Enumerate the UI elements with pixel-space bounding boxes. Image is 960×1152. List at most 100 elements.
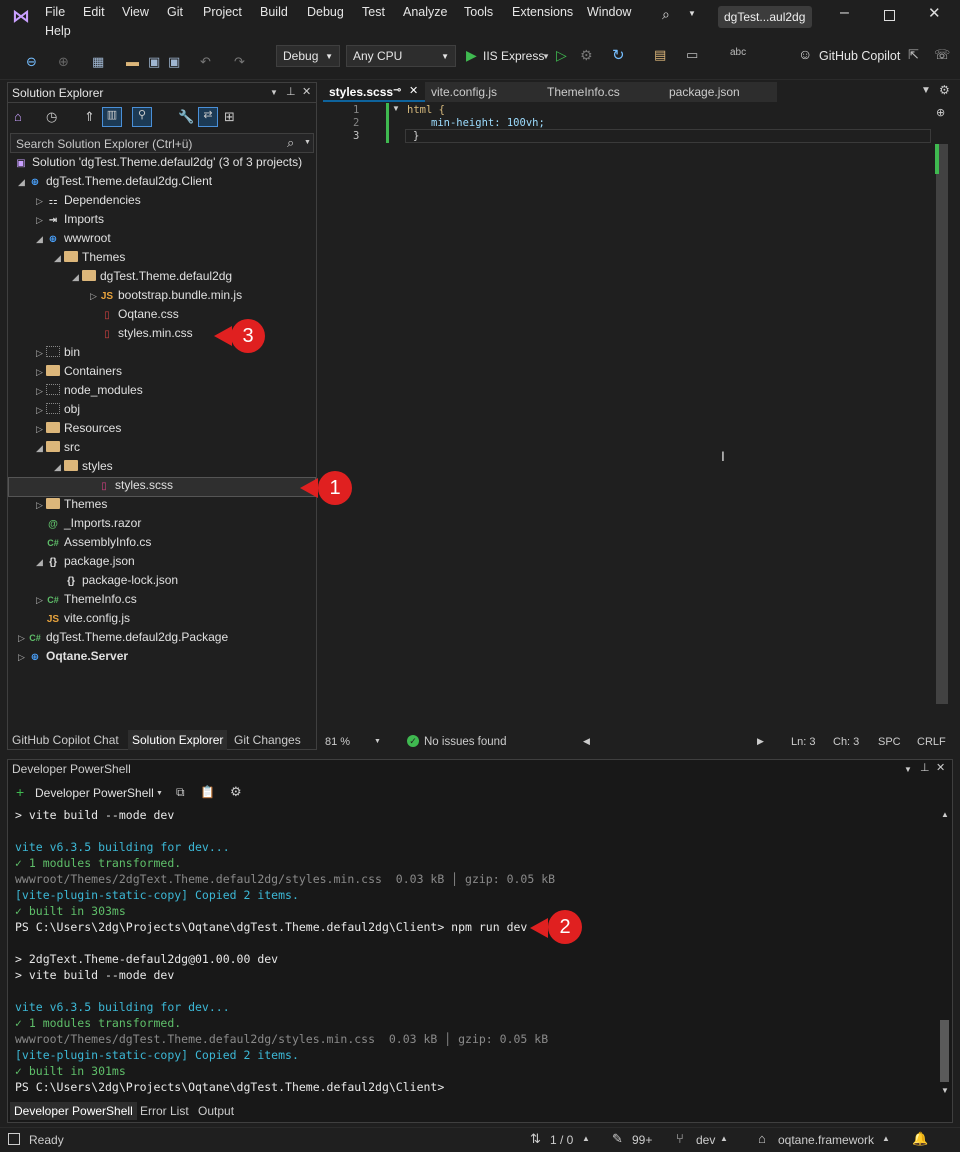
collapsed-chevron-icon[interactable]: ▷ bbox=[36, 500, 46, 511]
vertical-scrollbar[interactable]: ⊕ bbox=[935, 104, 949, 732]
tree-item-wwwroot[interactable]: ◢ ⊕ wwwroot bbox=[36, 231, 111, 250]
gear-icon[interactable]: ⚙ bbox=[939, 83, 950, 97]
tree-item-imports-razor[interactable]: @ _Imports.razor bbox=[46, 516, 141, 535]
branch-icon[interactable]: ⑂ bbox=[676, 1131, 684, 1146]
menu-debug[interactable]: Debug bbox=[307, 5, 344, 19]
menu-project[interactable]: Project bbox=[203, 5, 242, 19]
tree-item-styles-scss[interactable]: ▯ styles.scss bbox=[8, 477, 316, 497]
collapsed-chevron-icon[interactable]: ▷ bbox=[36, 215, 46, 226]
add-icon[interactable]: + bbox=[16, 784, 24, 800]
menu-window[interactable]: Window bbox=[587, 5, 631, 19]
fold-chevron-icon[interactable]: ▼ bbox=[392, 104, 400, 113]
tab-github-copilot-chat[interactable]: GitHub Copilot Chat bbox=[12, 733, 119, 747]
git-sync-status[interactable]: 1 / 0 bbox=[550, 1133, 573, 1147]
menu-git[interactable]: Git bbox=[167, 5, 183, 19]
solution-name-badge[interactable]: dgTest...aul2dg bbox=[718, 6, 812, 28]
chevron-down-icon[interactable]: ▼ bbox=[542, 52, 550, 61]
pending-changes-count[interactable]: 99+ bbox=[632, 1133, 652, 1147]
code-line[interactable]: min-height: 100vh; bbox=[431, 117, 545, 129]
tab-output[interactable]: Output bbox=[198, 1104, 234, 1118]
scroll-down-icon[interactable]: ▼ bbox=[941, 1086, 949, 1095]
pin-icon[interactable]: ⊥ bbox=[920, 761, 930, 774]
menu-analyze[interactable]: Analyze bbox=[403, 5, 447, 19]
tab-vite-config[interactable]: vite.config.js bbox=[425, 82, 541, 102]
tree-item-styles-folder[interactable]: ◢ styles bbox=[54, 459, 113, 478]
expanded-chevron-icon[interactable]: ◢ bbox=[36, 443, 46, 454]
close-icon[interactable]: ✕ bbox=[302, 85, 311, 98]
collapse-all-icon[interactable]: ⇑ bbox=[84, 109, 95, 125]
column-indicator[interactable]: Ch: 3 bbox=[833, 736, 859, 748]
tree-item-src[interactable]: ◢ src bbox=[36, 440, 80, 459]
spellcheck-icon[interactable]: abc bbox=[730, 47, 746, 58]
git-branch[interactable]: dev bbox=[696, 1133, 715, 1147]
history-icon[interactable]: ◷ bbox=[46, 109, 57, 125]
folder-view-icon[interactable]: ▤ bbox=[654, 47, 666, 63]
scroll-right-icon[interactable]: ▶ bbox=[757, 736, 764, 747]
tree-item-node-modules[interactable]: ▷ node_modules bbox=[36, 383, 143, 402]
tab-solution-explorer[interactable]: Solution Explorer bbox=[128, 730, 228, 750]
shell-select[interactable]: Developer PowerShell bbox=[35, 786, 154, 800]
copy-icon[interactable]: ⧉ bbox=[176, 785, 185, 800]
line-ending-indicator[interactable]: CRLF bbox=[917, 736, 946, 748]
line-indicator[interactable]: Ln: 3 bbox=[791, 736, 815, 748]
scroll-up-icon[interactable]: ▲ bbox=[941, 810, 949, 819]
feedback-icon[interactable]: ☏ bbox=[934, 47, 950, 63]
close-icon[interactable]: ✕ bbox=[928, 4, 941, 22]
properties-icon[interactable]: 🔧 bbox=[178, 109, 194, 125]
close-icon[interactable]: ✕ bbox=[936, 761, 945, 774]
terminal-scrollbar[interactable]: ▲ ▼ bbox=[938, 808, 952, 1098]
filter-icon[interactable]: ⚲ bbox=[132, 107, 152, 127]
chevron-down-icon[interactable]: ▼ bbox=[904, 765, 912, 774]
paste-icon[interactable]: 📋 bbox=[200, 785, 215, 799]
scrollbar-thumb[interactable] bbox=[940, 1020, 949, 1082]
menu-test[interactable]: Test bbox=[362, 5, 385, 19]
copilot-label[interactable]: GitHub Copilot bbox=[819, 49, 900, 63]
scrollbar-thumb[interactable] bbox=[936, 144, 948, 704]
tree-item-styles-min-css[interactable]: ▯ styles.min.css bbox=[100, 326, 192, 345]
tab-error-list[interactable]: Error List bbox=[140, 1104, 189, 1118]
tree-item-themeinfo[interactable]: ▷ C# ThemeInfo.cs bbox=[36, 592, 137, 611]
repository-icon[interactable]: ⌂ bbox=[758, 1131, 766, 1146]
tree-item-resources[interactable]: ▷ Resources bbox=[36, 421, 121, 440]
git-repository[interactable]: oqtane.framework bbox=[778, 1133, 874, 1147]
tree-view-icon[interactable]: ⊞ bbox=[224, 109, 235, 125]
chevron-up-icon[interactable]: ▲ bbox=[582, 1134, 590, 1143]
solution-search-input[interactable]: Search Solution Explorer (Ctrl+ü) ⌕ ▼ bbox=[10, 133, 314, 153]
tree-item-themes[interactable]: ◢ Themes bbox=[54, 250, 125, 269]
tree-item-oqtane-css[interactable]: ▯ Oqtane.css bbox=[100, 307, 178, 326]
collapsed-chevron-icon[interactable]: ▷ bbox=[36, 595, 46, 606]
tree-item-client-project[interactable]: ◢ ⊕ dgTest.Theme.defaul2dg.Client bbox=[18, 174, 212, 193]
search-icon[interactable]: ⌕ bbox=[662, 6, 670, 23]
collapsed-chevron-icon[interactable]: ▷ bbox=[18, 652, 28, 663]
expanded-chevron-icon[interactable]: ◢ bbox=[36, 234, 46, 245]
chevron-down-icon[interactable]: ▼ bbox=[374, 738, 381, 745]
tree-item-vite-config[interactable]: JS vite.config.js bbox=[46, 611, 130, 630]
window-layout-icon[interactable]: ▭ bbox=[686, 47, 698, 63]
tab-styles-scss[interactable]: styles.scss ⊸ ✕ bbox=[323, 82, 425, 102]
menu-build[interactable]: Build bbox=[260, 5, 288, 19]
undo-icon[interactable]: ↶ bbox=[200, 54, 211, 70]
tab-git-changes[interactable]: Git Changes bbox=[234, 733, 301, 747]
menu-file[interactable]: File bbox=[45, 5, 65, 19]
save-all-icon[interactable]: ▣ bbox=[168, 54, 180, 70]
collapsed-chevron-icon[interactable]: ▷ bbox=[36, 196, 46, 207]
tree-item-bin[interactable]: ▷ bin bbox=[36, 345, 80, 364]
chevron-down-icon[interactable]: ▼ bbox=[688, 9, 696, 18]
expanded-chevron-icon[interactable]: ◢ bbox=[72, 272, 82, 283]
play-icon[interactable]: ▶ bbox=[466, 47, 477, 64]
collapsed-chevron-icon[interactable]: ▷ bbox=[36, 424, 46, 435]
chevron-down-icon[interactable]: ▼ bbox=[156, 790, 163, 797]
show-all-files-icon[interactable]: ▥ bbox=[102, 107, 122, 127]
tree-item-package-lock[interactable]: {} package-lock.json bbox=[64, 573, 178, 592]
menu-extensions[interactable]: Extensions bbox=[512, 5, 573, 19]
expanded-chevron-icon[interactable]: ◢ bbox=[18, 177, 28, 188]
notification-bell-icon[interactable]: 🔔 bbox=[912, 1131, 928, 1147]
forward-icon[interactable]: ⊕ bbox=[58, 54, 69, 70]
pin-icon[interactable]: ⊸ bbox=[393, 85, 401, 96]
code-line[interactable]: } bbox=[413, 130, 419, 142]
share-icon[interactable]: ⇱ bbox=[908, 47, 919, 63]
collapsed-chevron-icon[interactable]: ▷ bbox=[36, 386, 46, 397]
menu-edit[interactable]: Edit bbox=[83, 5, 105, 19]
tree-item-solution[interactable]: ▣ Solution 'dgTest.Theme.defaul2dg' (3 of… bbox=[14, 155, 302, 174]
split-icon[interactable]: ⊕ bbox=[936, 106, 945, 119]
